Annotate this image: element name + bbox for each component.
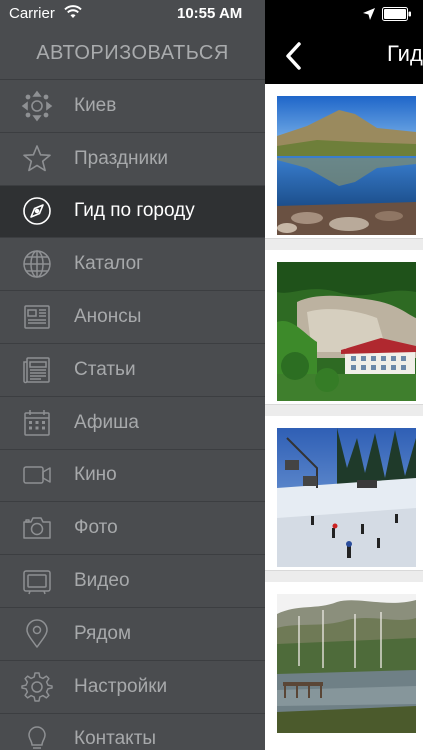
menu-item-announcements[interactable]: Анонсы <box>0 291 265 344</box>
side-menu: Carrier 10:55 AM АВТОРИЗОВАТЬСЯ Киев Пра… <box>0 0 265 750</box>
menu-item-label: Гид по городу <box>74 200 195 222</box>
video-camera-icon <box>20 458 54 492</box>
content-panel: Гид <box>265 0 423 750</box>
guide-card[interactable] <box>265 250 423 405</box>
globe-icon <box>20 247 54 281</box>
menu-item-kiev[interactable]: Киев <box>0 80 265 133</box>
guide-card[interactable] <box>265 416 423 571</box>
status-bar-left: Carrier 10:55 AM <box>0 0 265 28</box>
photo-camera-icon <box>20 511 54 545</box>
page-title: Гид <box>387 41 423 66</box>
menu-item-label: Контакты <box>74 728 157 750</box>
clock-label: 10:55 AM <box>177 5 243 22</box>
forest-river-photo <box>277 594 416 733</box>
calendar-icon <box>20 406 54 440</box>
menu-item-nearby[interactable]: Рядом <box>0 608 265 661</box>
location-arrow-icon <box>363 8 375 20</box>
mountain-lake-photo <box>277 96 416 235</box>
menu-item-label: Праздники <box>74 147 168 169</box>
map-pin-icon <box>20 617 54 651</box>
menu-item-contacts[interactable]: Контакты <box>0 714 265 750</box>
menu-item-catalog[interactable]: Каталог <box>0 238 265 292</box>
gear-icon <box>20 670 54 704</box>
menu-item-video[interactable]: Видео <box>0 555 265 608</box>
menu-item-label: Киев <box>74 94 117 116</box>
menu-item-label: Фото <box>74 517 118 539</box>
menu-item-label: Настройки <box>74 675 168 697</box>
menu-item-label: Статьи <box>74 358 136 380</box>
tv-icon <box>20 564 54 598</box>
guide-card[interactable] <box>265 84 423 239</box>
menu-list: Киев Праздники Гид по городу Каталог Ано… <box>0 80 265 750</box>
menu-item-articles[interactable]: Статьи <box>0 344 265 397</box>
compass-icon <box>20 194 54 228</box>
newspaper-icon <box>20 300 54 334</box>
star-icon <box>20 142 54 176</box>
guide-card[interactable] <box>265 582 423 750</box>
articles-icon <box>20 353 54 387</box>
lightbulb-icon <box>20 722 54 750</box>
battery-icon <box>382 7 411 21</box>
ski-slope-photo <box>277 428 416 567</box>
menu-item-city-guide[interactable]: Гид по городу <box>0 185 265 239</box>
menu-item-photo[interactable]: Фото <box>0 502 265 556</box>
menu-item-cinema[interactable]: Кино <box>0 450 265 503</box>
menu-item-events[interactable]: Афиша <box>0 397 265 450</box>
back-chevron-icon[interactable] <box>283 41 305 71</box>
login-button[interactable]: АВТОРИЗОВАТЬСЯ <box>0 28 265 80</box>
carrier-label: Carrier <box>9 5 55 22</box>
nav-bar: Гид <box>265 28 423 84</box>
menu-item-label: Видео <box>74 570 130 592</box>
menu-item-label: Афиша <box>74 411 139 433</box>
menu-item-label: Рядом <box>74 622 132 644</box>
menu-item-label: Анонсы <box>74 306 142 328</box>
wifi-icon <box>64 5 82 18</box>
status-bar-right <box>265 0 423 28</box>
menu-item-holidays[interactable]: Праздники <box>0 133 265 186</box>
menu-item-label: Кино <box>74 464 117 486</box>
menu-item-label: Каталог <box>74 253 144 275</box>
location-target-icon <box>20 89 54 123</box>
forest-cliff-hotel-photo <box>277 262 416 401</box>
menu-item-settings[interactable]: Настройки <box>0 661 265 714</box>
